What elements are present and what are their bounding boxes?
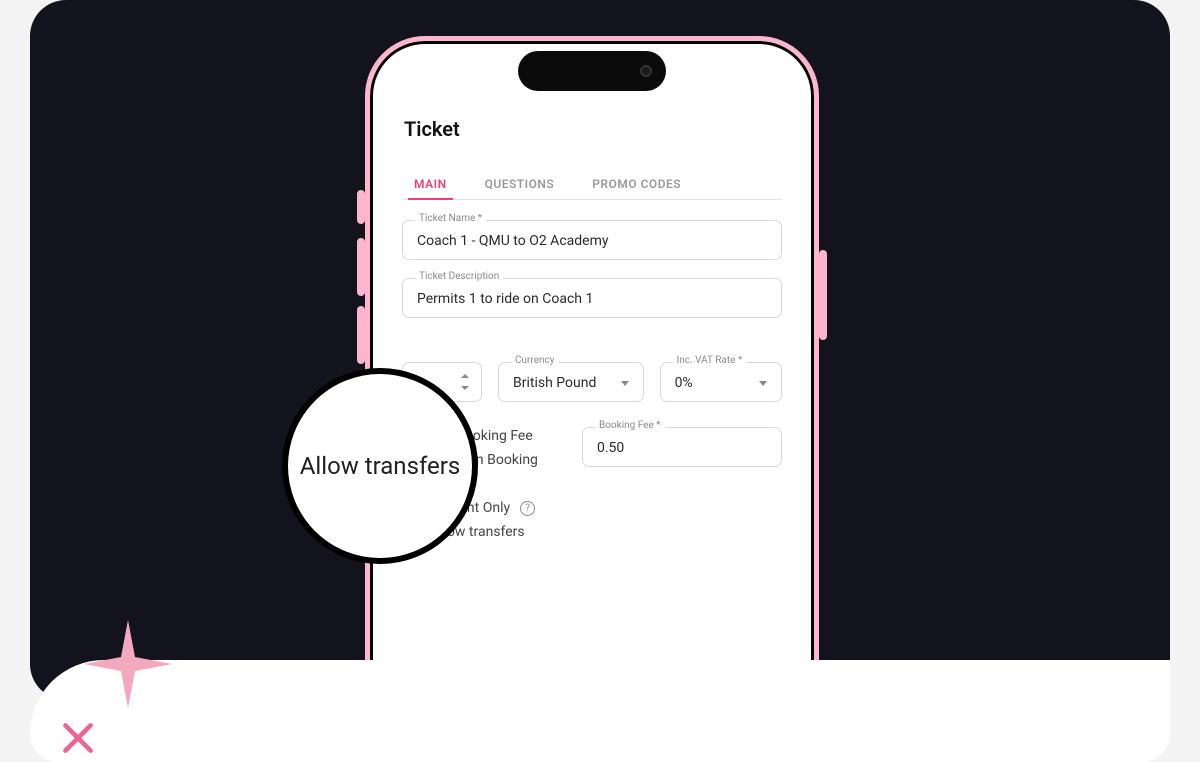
stage: Ticket MAIN QUESTIONS PROMO CODES Ticket… bbox=[0, 0, 1200, 762]
stepper-icon bbox=[461, 374, 471, 390]
ticket-name-field[interactable]: Ticket Name * Coach 1 - QMU to O2 Academ… bbox=[402, 220, 782, 260]
ticket-name-label: Ticket Name * bbox=[415, 213, 486, 224]
magnifier-text: Allow transfers bbox=[300, 452, 461, 480]
chevron-down-icon bbox=[759, 381, 767, 386]
vat-rate-label: Inc. VAT Rate * bbox=[673, 355, 747, 366]
currency-label: Currency bbox=[511, 355, 559, 366]
phone-mockup: Ticket MAIN QUESTIONS PROMO CODES Ticket… bbox=[365, 36, 819, 726]
ticket-name-value: Coach 1 - QMU to O2 Academy bbox=[417, 233, 767, 249]
tab-main[interactable]: MAIN bbox=[410, 169, 451, 199]
ticket-description-value: Permits 1 to ride on Coach 1 bbox=[417, 291, 767, 307]
vat-rate-select[interactable]: Inc. VAT Rate * 0% bbox=[660, 362, 782, 402]
phone-side-button-volume-up bbox=[357, 238, 365, 296]
help-icon[interactable]: ? bbox=[520, 501, 535, 516]
currency-value: British Pound bbox=[513, 375, 596, 391]
booking-fee-label: Booking Fee * bbox=[595, 420, 665, 431]
ticket-description-label: Ticket Description bbox=[415, 271, 503, 282]
tabs: MAIN QUESTIONS PROMO CODES bbox=[402, 169, 782, 200]
chevron-down-icon bbox=[621, 381, 629, 386]
booking-fee-field[interactable]: Booking Fee * 0.50 bbox=[582, 427, 782, 467]
ticket-description-field[interactable]: Ticket Description Permits 1 to ride on … bbox=[402, 278, 782, 318]
front-camera-icon bbox=[640, 65, 652, 77]
phone-side-button-silence bbox=[357, 190, 365, 224]
page-title: Ticket bbox=[404, 117, 782, 141]
magnifier-callout: Allow transfers bbox=[282, 368, 478, 564]
checkbox-allow-transfers[interactable]: Allow transfers bbox=[406, 524, 782, 540]
currency-select[interactable]: Currency British Pound bbox=[498, 362, 644, 402]
dynamic-island bbox=[518, 51, 666, 91]
tab-questions[interactable]: QUESTIONS bbox=[481, 169, 559, 199]
phone-notch-area bbox=[370, 41, 814, 99]
currency-vat-row: Currency British Pound Inc. VAT Rate * 0… bbox=[402, 362, 782, 402]
tab-promo-codes[interactable]: PROMO CODES bbox=[588, 169, 685, 199]
vat-rate-value: 0% bbox=[675, 375, 693, 391]
white-bottom-bar bbox=[30, 660, 1170, 762]
phone-side-button-power bbox=[819, 250, 827, 340]
phone-side-button-volume-down bbox=[357, 306, 365, 364]
booking-fee-value: 0.50 bbox=[597, 440, 767, 456]
